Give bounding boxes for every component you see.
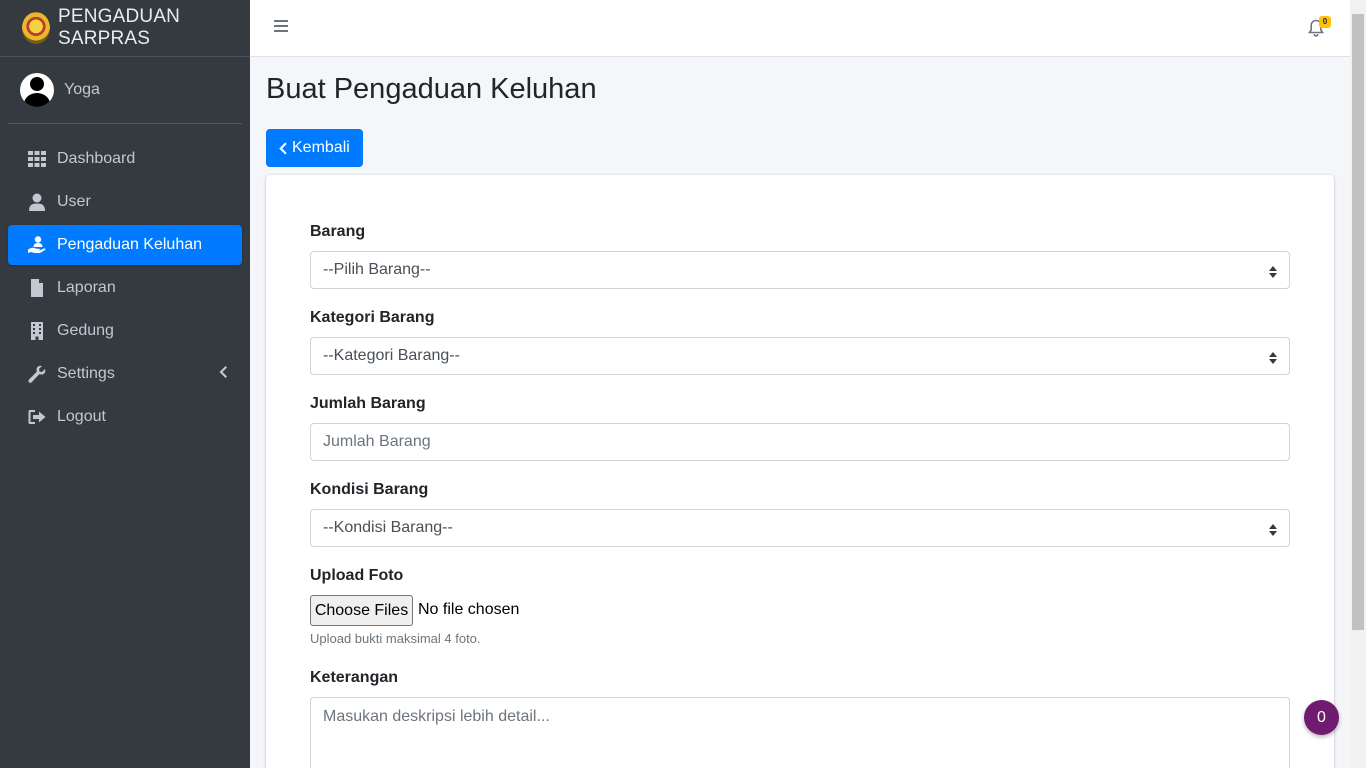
kondisi-select[interactable]: --Kondisi Barang-- (310, 509, 1290, 547)
building-icon (27, 321, 47, 341)
select-arrows-icon (1269, 351, 1277, 364)
select-arrows-icon (1269, 523, 1277, 536)
page-title: Buat Pengaduan Keluhan (266, 73, 597, 105)
main-content: Buat Pengaduan Keluhan Kembali Barang --… (250, 57, 1350, 768)
select-arrows-icon (1269, 265, 1277, 278)
file-icon (27, 278, 47, 298)
jumlah-input[interactable]: Jumlah Barang (310, 423, 1290, 461)
back-button[interactable]: Kembali (266, 129, 363, 167)
barang-select[interactable]: --Pilih Barang-- (310, 251, 1290, 289)
sidebar-item-dashboard[interactable]: Dashboard (8, 139, 242, 179)
th-grid-icon (27, 149, 47, 169)
kategori-select-value: --Kategori Barang-- (323, 347, 460, 364)
user-panel[interactable]: Yoga (8, 57, 242, 124)
sidebar-item-gedung[interactable]: Gedung (8, 311, 242, 351)
keterangan-label: Keterangan (310, 669, 399, 686)
page-scrollbar[interactable] (1350, 0, 1366, 768)
notification-bell-icon[interactable]: 0 (1307, 16, 1331, 37)
user-name: Yoga (64, 81, 100, 98)
hand-holding-user-icon (27, 235, 47, 255)
barang-select-value: --Pilih Barang-- (323, 261, 431, 278)
jumlah-label: Jumlah Barang (310, 395, 426, 412)
upload-foto-label: Upload Foto (310, 567, 404, 584)
chevron-left-icon (279, 142, 287, 154)
sidebar-item-label: User (57, 193, 91, 210)
sidebar-item-label: Laporan (57, 279, 116, 296)
brand-link[interactable]: PENGADUAN SARPRAS (0, 0, 250, 57)
notification-count-badge: 0 (1319, 16, 1331, 28)
sidebar-item-label: Pengaduan Keluhan (57, 236, 203, 253)
sidebar-nav: Dashboard User Pengaduan Keluhan Laporan… (0, 139, 250, 437)
sidebar-item-laporan[interactable]: Laporan (8, 268, 242, 308)
brand-logo (22, 12, 50, 44)
choose-files-button[interactable]: Choose Files (310, 595, 413, 626)
sidebar-item-settings[interactable]: Settings (8, 354, 242, 394)
barang-label: Barang (310, 223, 366, 240)
sidebar-item-user[interactable]: User (8, 182, 242, 222)
user-icon (27, 192, 47, 212)
upload-help-text: Upload bukti maksimal 4 foto. (310, 631, 481, 646)
top-navbar: 0 (250, 0, 1350, 57)
sign-out-icon (27, 407, 47, 427)
chat-bubble-button[interactable]: 0 (1304, 700, 1339, 735)
back-button-label: Kembali (292, 139, 350, 156)
sidebar-item-label: Dashboard (57, 150, 136, 167)
brand-title: PENGADUAN SARPRAS (57, 6, 181, 49)
sidebar-item-label: Logout (57, 408, 106, 425)
chevron-left-icon[interactable] (218, 365, 228, 384)
kategori-label: Kategori Barang (310, 309, 435, 326)
jumlah-input-placeholder: Jumlah Barang (323, 433, 431, 450)
kondisi-select-value: --Kondisi Barang-- (323, 519, 453, 536)
complaint-form-card: Barang --Pilih Barang-- Kategori Barang … (266, 175, 1334, 768)
scrollbar-thumb[interactable] (1352, 14, 1364, 630)
keterangan-placeholder: Masukan deskripsi lebih detail... (323, 708, 550, 725)
sidebar-item-label: Settings (57, 365, 115, 382)
sidebar-item-pengaduan-keluhan[interactable]: Pengaduan Keluhan (8, 225, 242, 265)
kategori-select[interactable]: --Kategori Barang-- (310, 337, 1290, 375)
sidebar-item-logout[interactable]: Logout (8, 397, 242, 437)
wrench-icon (27, 364, 47, 384)
sidebar: PENGADUAN SARPRAS Yoga Dashboard User Pe… (0, 0, 250, 768)
keterangan-textarea[interactable]: Masukan deskripsi lebih detail... (310, 697, 1290, 768)
file-status-text: No file chosen (418, 601, 520, 618)
sidebar-item-label: Gedung (57, 322, 114, 339)
menu-toggle-icon[interactable] (274, 20, 288, 34)
kondisi-label: Kondisi Barang (310, 481, 429, 498)
avatar (20, 73, 54, 107)
